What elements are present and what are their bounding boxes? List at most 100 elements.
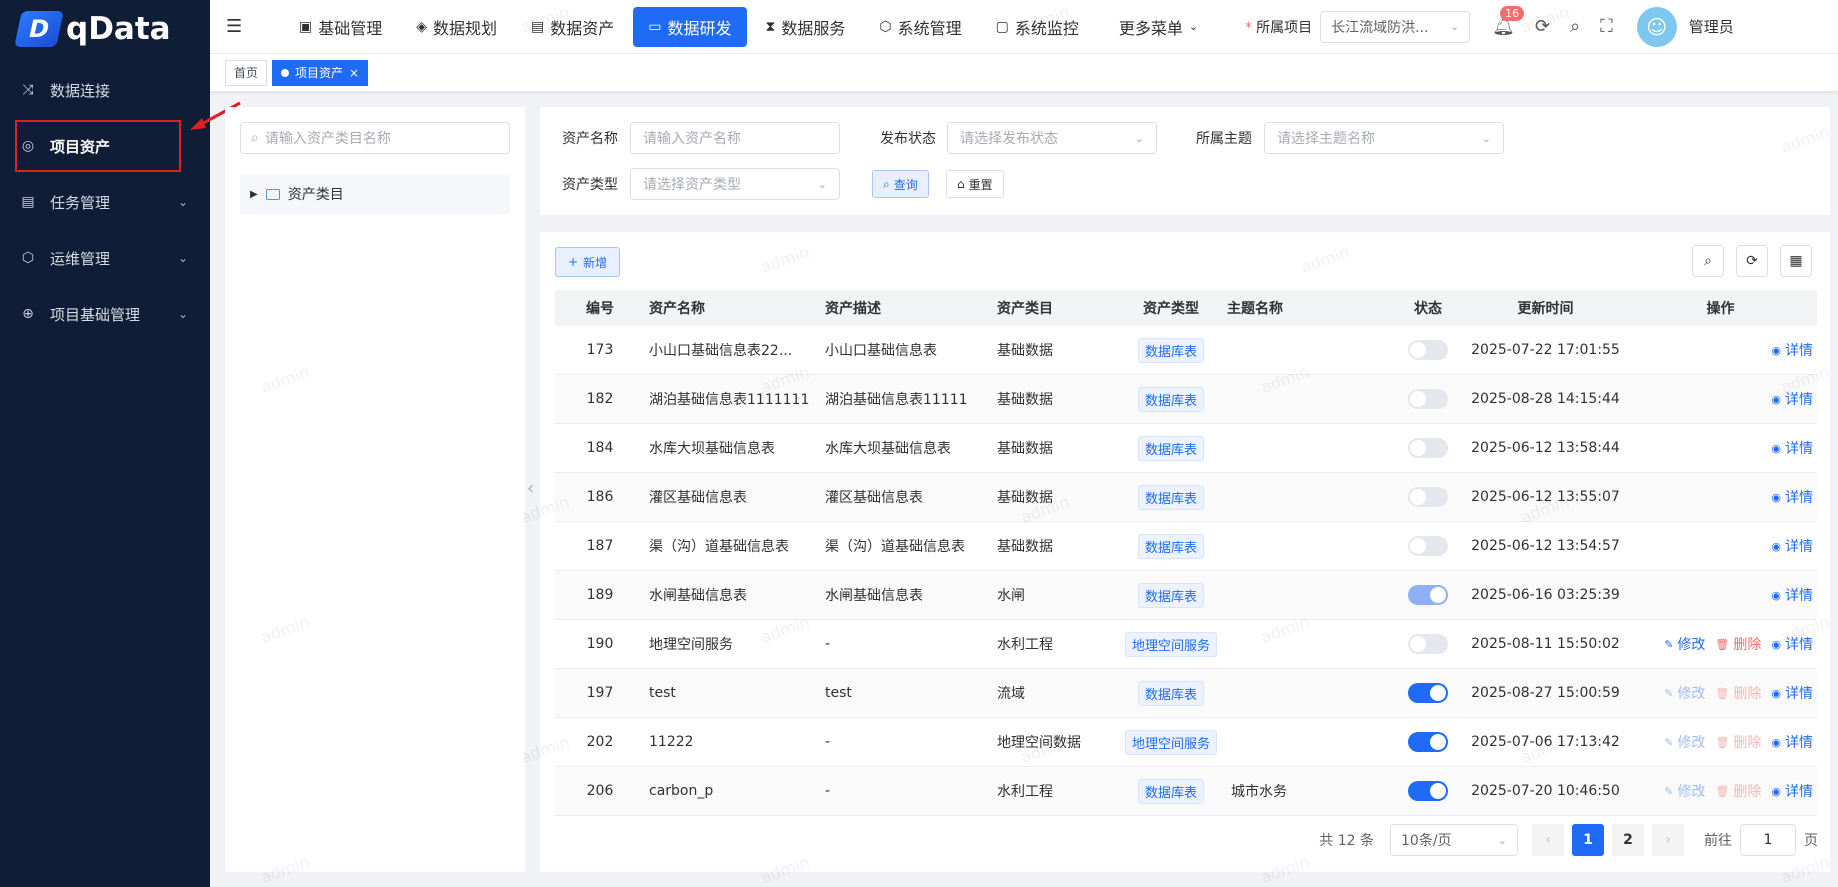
search-toggle-button[interactable]: ⌕ [1692, 245, 1724, 277]
tab-1[interactable]: 项目资产 × [272, 59, 369, 86]
eye-icon: ◉ [1771, 392, 1781, 406]
op-label: 详情 [1785, 686, 1813, 702]
collapse-left-icon[interactable]: ‹ [527, 478, 534, 499]
page-button[interactable]: 2 [1612, 824, 1644, 856]
nav-item-5[interactable]: ⬡ 系统管理 [864, 7, 976, 47]
columns-button[interactable]: ▦ [1780, 245, 1812, 277]
cell-name: 11222 [649, 734, 694, 750]
page-size-select[interactable]: 10条/页 ⌄ [1390, 824, 1518, 856]
user-name[interactable]: 管理员 [1689, 16, 1734, 37]
cell-category: 基础数据 [997, 490, 1053, 506]
edit-button[interactable]: ✎ 修改 [1664, 683, 1705, 703]
column-header: 资产类型 [1143, 301, 1199, 317]
sidebar-item-4[interactable]: ⊕ 项目基础管理 ⌄ [0, 286, 210, 342]
asset-type-select[interactable]: 请选择资产类型 ⌄ [630, 168, 840, 200]
cell-id: 173 [586, 342, 614, 358]
search-icon[interactable]: ⌕ [1570, 16, 1580, 37]
delete-button[interactable]: 🗑︎ 删除 [1715, 683, 1761, 703]
caret-right-icon[interactable]: ▶ [250, 189, 258, 200]
cell-id: 190 [586, 636, 614, 652]
sidebar-item-2[interactable]: ▤ 任务管理 ⌄ [0, 174, 210, 230]
detail-button[interactable]: ◉ 详情 [1771, 732, 1813, 752]
detail-button[interactable]: ◉ 详情 [1771, 683, 1813, 703]
cell-actions: ◉ 详情 [1628, 487, 1817, 507]
close-icon[interactable]: × [349, 66, 359, 80]
refresh-button[interactable]: ⟳ [1736, 245, 1768, 277]
nav-item-6[interactable]: ▢ 系统监控 [981, 7, 1094, 47]
fullscreen-icon[interactable]: ⛶ [1600, 16, 1613, 37]
status-toggle[interactable] [1408, 389, 1448, 409]
sidebar-item-0[interactable]: ⤨ 数据连接 [0, 62, 210, 118]
trash-icon: 🗑︎ [1715, 637, 1730, 651]
bell-icon[interactable]: 🔔︎ 16 [1492, 6, 1525, 37]
asset-name-placeholder: 请输入资产名称 [643, 131, 741, 147]
delete-button[interactable]: 🗑︎ 删除 [1715, 781, 1761, 801]
box-icon: ⬡ [21, 250, 35, 266]
project-select[interactable]: 长江流域防洪... ⌄ [1320, 10, 1471, 43]
detail-button[interactable]: ◉ 详情 [1771, 487, 1813, 507]
next-page-button[interactable]: › [1652, 824, 1684, 856]
status-toggle[interactable] [1408, 340, 1448, 360]
cell-desc: 渠（沟）道基础信息表 [825, 539, 965, 555]
status-toggle[interactable] [1408, 487, 1448, 507]
nav-item-3[interactable]: ▭ 数据研发 [633, 6, 747, 47]
status-toggle[interactable] [1408, 438, 1448, 458]
plus-icon: + [568, 255, 579, 269]
asset-table: 编号 资产名称 资产描述 资产类目 资产类型 主题名称 状态 更新时间 操作 173 小山口基础… [555, 290, 1817, 816]
sidebar-item-3[interactable]: ⬡ 运维管理 ⌄ [0, 230, 210, 286]
op-label: 修改 [1677, 686, 1706, 702]
delete-button[interactable]: 🗑︎ 删除 [1715, 732, 1761, 752]
prev-page-button[interactable]: ‹ [1532, 824, 1564, 856]
status-toggle[interactable] [1408, 683, 1448, 703]
nav-icon: ▣ [299, 18, 313, 35]
menu-toggle-icon[interactable]: ☰ [226, 16, 250, 37]
goto-label: 前往 [1704, 833, 1732, 849]
status-toggle[interactable] [1408, 536, 1448, 556]
detail-button[interactable]: ◉ 详情 [1771, 340, 1813, 360]
status-toggle[interactable] [1408, 781, 1448, 801]
cell-status [1393, 340, 1463, 360]
refresh-icon[interactable]: ⟳ [1535, 16, 1550, 37]
edit-button[interactable]: ✎ 修改 [1664, 634, 1705, 654]
project-label-text: 所属项目 [1256, 19, 1313, 36]
detail-button[interactable]: ◉ 详情 [1771, 389, 1813, 409]
publish-status-select[interactable]: 请选择发布状态 ⌄ [947, 122, 1157, 154]
detail-button[interactable]: ◉ 详情 [1771, 438, 1813, 458]
type-tag: 地理空间服务 [1124, 729, 1217, 755]
avatar[interactable]: ☺ [1636, 6, 1677, 47]
detail-button[interactable]: ◉ 详情 [1771, 781, 1813, 801]
op-label: 删除 [1733, 735, 1762, 751]
page-button[interactable]: 1 [1572, 824, 1604, 856]
add-button[interactable]: + 新增 [555, 247, 621, 277]
nav-item-1[interactable]: ◈ 数据规划 [401, 7, 512, 47]
table-panel: + 新增 ⌕ ⟳ ▦ 编号 资产名称 资产描述 资产类目 资产类型 主题名称 状态 更新时间 操… [540, 232, 1830, 872]
query-button[interactable]: ⌕ 查询 [872, 170, 929, 198]
detail-button[interactable]: ◉ 详情 [1771, 536, 1813, 556]
reset-button[interactable]: ⌂ 重置 [946, 170, 1004, 198]
status-toggle[interactable] [1408, 634, 1448, 654]
tree-search-input[interactable]: ⌕ 请输入资产类目名称 [240, 122, 510, 154]
nav-item-label: 系统监控 [1014, 18, 1079, 38]
detail-button[interactable]: ◉ 详情 [1771, 585, 1813, 605]
theme-select[interactable]: 请选择主题名称 ⌄ [1264, 122, 1504, 154]
nav-item-0[interactable]: ▣ 基础管理 [284, 7, 397, 47]
tab-0[interactable]: 首页 [225, 59, 268, 86]
status-toggle[interactable] [1408, 732, 1448, 752]
op-label: 详情 [1785, 392, 1813, 408]
asset-name-input[interactable]: 请输入资产名称 [630, 122, 840, 154]
goto-page-input[interactable]: 1 [1740, 824, 1796, 856]
nav-item-4[interactable]: ⧗ 数据服务 [751, 7, 861, 47]
detail-button[interactable]: ◉ 详情 [1771, 634, 1813, 654]
tree-node-root[interactable]: ▶ 资产类目 [240, 174, 510, 214]
filter-panel: 资产名称 请输入资产名称 发布状态 请选择发布状态 ⌄ 所属主题 请选择主题名称… [540, 107, 1830, 215]
nav-more-menu[interactable]: 更多菜单 ⌄ [1104, 7, 1213, 47]
eye-icon: ◉ [1771, 539, 1781, 553]
edit-button[interactable]: ✎ 修改 [1664, 732, 1705, 752]
edit-button[interactable]: ✎ 修改 [1664, 781, 1705, 801]
nav-item-2[interactable]: ▤ 数据资产 [516, 7, 629, 47]
status-toggle[interactable] [1408, 585, 1448, 605]
delete-button[interactable]: 🗑︎ 删除 [1715, 634, 1761, 654]
cell-actions: ◉ 详情 [1628, 536, 1817, 556]
cell-name: carbon_p [649, 783, 714, 799]
cell-actions: ◉ 详情 [1628, 340, 1817, 360]
